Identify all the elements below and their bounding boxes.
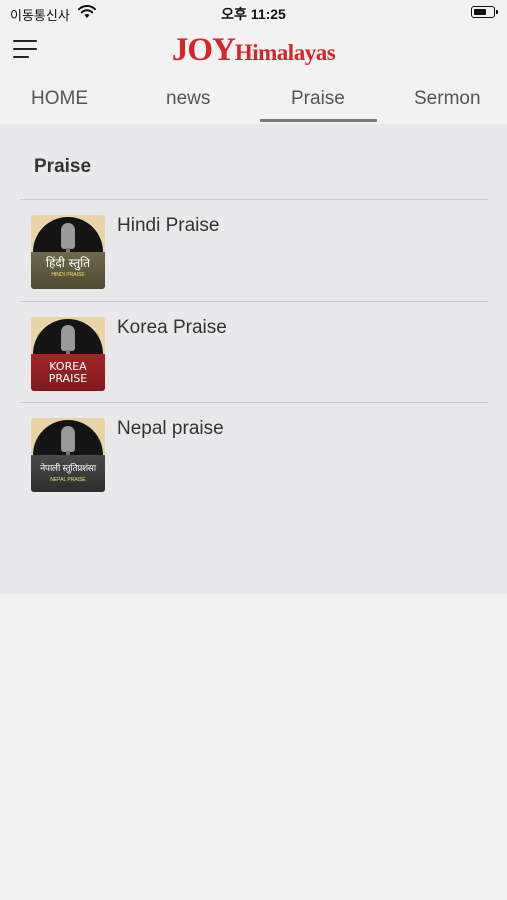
active-tab-indicator <box>260 119 377 122</box>
praise-list-panel: Praise हिंदी स्तुति HINDI PRAISE Hindi P… <box>0 124 507 594</box>
thumb-sub-text: HINDI PRAISE <box>51 272 85 278</box>
list-item-label: Hindi Praise <box>117 215 220 236</box>
thumb-main-text: हिंदी स्तुति <box>45 256 91 270</box>
list-item-nepal-praise[interactable]: नेपाली स्तुतिप्रशंसा NEPAL PRAISE Nepal … <box>20 403 488 503</box>
thumb-main-text: KOREA PRAISE <box>48 360 88 385</box>
logo-joy: JOY <box>171 32 236 68</box>
app-logo[interactable]: JOYHimalayas <box>0 30 507 76</box>
hindi-praise-thumbnail: हिंदी स्तुति HINDI PRAISE <box>31 215 105 289</box>
tab-bar: HOME news Praise Sermon <box>0 78 507 124</box>
microphone-icon <box>61 223 75 249</box>
microphone-icon <box>61 325 75 351</box>
list-item-label: Nepal praise <box>117 418 224 439</box>
list-item-label: Korea Praise <box>117 317 227 338</box>
tab-sermon[interactable]: Sermon <box>414 88 481 110</box>
battery-icon <box>471 6 498 18</box>
thumb-sub-text: NEPAL PRAISE <box>50 477 86 483</box>
thumb-main-text: नेपाली स्तुतिप्रशंसा <box>40 464 96 474</box>
logo-himalayas: Himalayas <box>234 40 336 65</box>
section-title: Praise <box>34 156 92 177</box>
list-item-hindi-praise[interactable]: हिंदी स्तुति HINDI PRAISE Hindi Praise <box>20 200 488 300</box>
clock: 오후 11:25 <box>221 6 286 22</box>
tab-praise[interactable]: Praise <box>291 88 345 110</box>
microphone-icon <box>61 426 75 452</box>
nepal-praise-thumbnail: नेपाली स्तुतिप्रशंसा NEPAL PRAISE <box>31 418 105 492</box>
tab-home[interactable]: HOME <box>31 88 88 110</box>
tab-news[interactable]: news <box>166 88 210 110</box>
status-bar: 이동통신사 오후 11:25 <box>0 0 507 26</box>
list-item-korea-praise[interactable]: KOREA PRAISE Korea Praise <box>20 302 488 402</box>
korea-praise-thumbnail: KOREA PRAISE <box>31 317 105 391</box>
